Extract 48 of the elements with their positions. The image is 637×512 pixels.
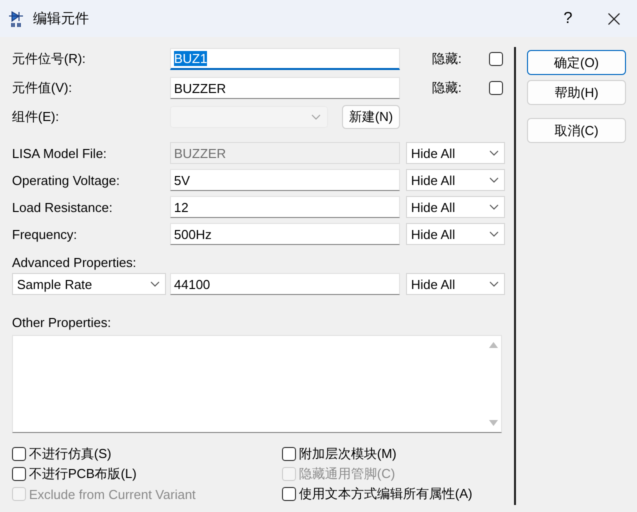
window-title: 编辑元件 [33, 10, 89, 28]
option-label: Exclude from Current Variant [29, 486, 196, 502]
component-icon [8, 10, 24, 26]
hide-label: 隐藏: [432, 50, 463, 68]
property-label: Frequency: [12, 226, 78, 242]
dialog-button[interactable]: 确定(O) [527, 50, 626, 75]
help-button[interactable]: ? [545, 10, 591, 28]
checkbox[interactable] [282, 447, 296, 461]
checkbox[interactable] [12, 447, 26, 461]
visibility-dropdown[interactable]: Hide All [406, 273, 505, 295]
hide-label: 隐藏: [432, 79, 463, 97]
property-label: LISA Model File: [12, 146, 108, 160]
section-label: Advanced Properties: [12, 255, 138, 270]
dialog-button[interactable]: 帮助(H) [527, 80, 626, 105]
visibility-dropdown[interactable]: Hide All [406, 196, 505, 218]
chevron-down-icon [489, 150, 499, 156]
field-label: 元件值(V): [12, 79, 73, 97]
chevron-down-icon [489, 231, 499, 237]
chevron-down-icon [311, 114, 321, 120]
checkbox[interactable] [12, 467, 26, 481]
property-dropdown[interactable]: Sample Rate [12, 273, 166, 295]
field-label: 组件(E): [12, 108, 60, 126]
option-label: 隐藏通用管脚(C) [299, 465, 396, 483]
section-label: Other Properties: [12, 315, 112, 330]
property-field[interactable]: 44100 [170, 273, 400, 295]
property-field[interactable]: 5V [170, 169, 400, 191]
dialog-button[interactable]: 取消(C) [527, 118, 626, 143]
property-label: Load Resistance: [12, 200, 114, 214]
chevron-down-icon [489, 204, 499, 210]
checkbox[interactable] [489, 52, 503, 66]
chevron-down-icon [489, 177, 499, 183]
option-label: 附加层次模块(M) [299, 445, 396, 463]
field-label: 元件位号(R): [12, 50, 87, 68]
checkbox[interactable] [489, 81, 503, 95]
option-label: 不进行仿真(S) [29, 445, 112, 463]
option-label: 不进行PCB布版(L) [29, 465, 137, 483]
property-label: Operating Voltage: [12, 172, 121, 188]
text-field[interactable]: BUZ1 [170, 48, 400, 70]
close-icon[interactable] [608, 12, 620, 24]
option-label: 使用文本方式编辑所有属性(A) [299, 485, 472, 503]
text-field[interactable]: BUZZER [170, 77, 400, 99]
chevron-down-icon [489, 281, 499, 287]
property-field[interactable]: 12 [170, 196, 400, 218]
property-field[interactable]: 500Hz [170, 223, 400, 245]
checkbox[interactable] [282, 487, 296, 501]
chevron-down-icon [150, 281, 160, 287]
visibility-dropdown[interactable]: Hide All [406, 223, 505, 245]
visibility-dropdown[interactable]: Hide All [406, 169, 505, 191]
